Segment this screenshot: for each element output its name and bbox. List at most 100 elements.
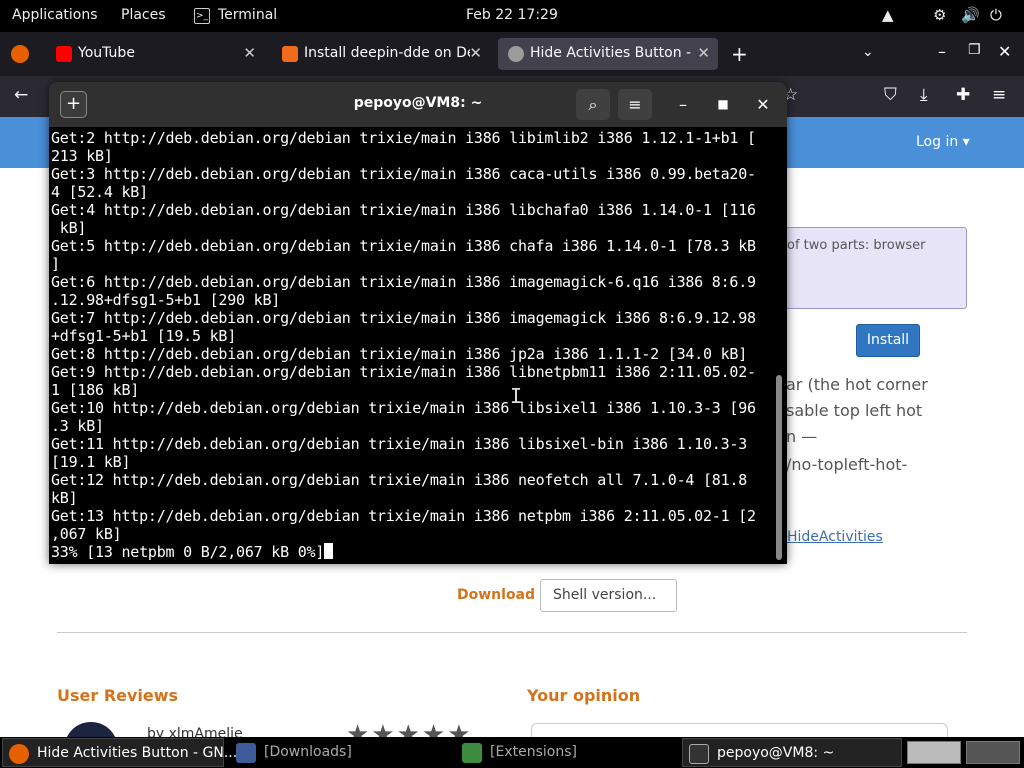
terminal-line: 213 kB] <box>51 147 113 165</box>
places-menu[interactable]: Places <box>121 7 166 23</box>
terminal-line: Get:9 http://deb.debian.org/debian trixi… <box>51 363 756 381</box>
terminal-line: 4 [52.4 kB] <box>51 183 148 201</box>
pocket-icon[interactable]: ⛉ <box>884 85 897 105</box>
terminal-scrollbar[interactable] <box>776 375 782 560</box>
user-reviews-heading: User Reviews <box>57 686 179 705</box>
taskbar-label: [Extensions] <box>490 744 577 760</box>
power-icon[interactable]: ⏻ <box>990 6 1002 24</box>
terminal-line: Get:6 http://deb.debian.org/debian trixi… <box>51 273 756 291</box>
top-bar: Applications Places >_ Terminal Feb 22 1… <box>0 0 1024 32</box>
tab-hide-activities[interactable]: Hide Activities Button - G ✕ <box>498 38 718 70</box>
terminal-header-bar[interactable]: + pepoyo@VM8: ~ ⌕ ≡ – ■ ✕ <box>49 82 787 127</box>
taskbar-item-downloads[interactable]: [Downloads] <box>230 738 452 767</box>
extensions-icon <box>462 743 482 763</box>
terminal-line: .12.98+dfsg1-5+b1 [290 kB] <box>51 291 281 309</box>
hamburger-menu-icon[interactable]: ≡ <box>618 89 652 120</box>
extension-icon <box>508 46 524 62</box>
minimize-icon[interactable]: – <box>938 42 946 61</box>
terminal-line: Get:11 http://deb.debian.org/debian trix… <box>51 435 748 453</box>
tab-youtube[interactable]: YouTube ✕ <box>46 38 264 70</box>
taskbar-label: [Downloads] <box>264 744 352 760</box>
terminal-app-icon: >_ <box>194 8 210 24</box>
terminal-line: Get:4 http://deb.debian.org/debian trixi… <box>51 201 756 219</box>
back-icon[interactable]: ← <box>14 85 28 105</box>
terminal-line: Get:12 http://deb.debian.org/debian trix… <box>51 471 748 489</box>
tab-label: Hide Activities Button - G <box>530 45 692 61</box>
avatar <box>64 722 118 737</box>
terminal-line: Get:5 http://deb.debian.org/debian trixi… <box>51 237 756 255</box>
terminal-cursor <box>324 543 334 559</box>
extensions-icon[interactable]: ✚ <box>956 85 970 105</box>
progress-line: 33% [13 netpbm 0 B/2,067 kB 0%] <box>51 543 775 561</box>
firefox-icon <box>9 744 29 764</box>
taskbar-item-terminal[interactable]: pepoyo@VM8: ~ <box>682 738 902 767</box>
terminal-line: kB] <box>51 489 78 507</box>
volume-icon[interactable]: 🔊 <box>961 6 980 24</box>
description-line: n — <box>786 427 818 446</box>
close-window-icon[interactable]: ✕ <box>998 42 1011 61</box>
youtube-icon <box>56 46 72 62</box>
notice-text: of two parts: browser <box>787 238 926 253</box>
terminal-output[interactable]: Get:2 http://deb.debian.org/debian trixi… <box>51 129 775 564</box>
maximize-icon[interactable]: ■ <box>706 89 740 120</box>
notice-box: of two parts: browser <box>770 227 967 309</box>
opinion-textbox[interactable] <box>531 723 948 737</box>
taskbar-item-extensions[interactable]: [Extensions] <box>456 738 678 767</box>
description-line: sable top left hot <box>786 401 923 420</box>
description-line: /no-topleft-hot- <box>786 455 908 474</box>
terminal-line: Get:3 http://deb.debian.org/debian trixi… <box>51 165 756 183</box>
workspace-2[interactable] <box>966 741 1020 764</box>
taskbar: Hide Activities Button - GN... [Download… <box>0 737 1024 768</box>
terminal-line: Get:7 http://deb.debian.org/debian trixi… <box>51 309 756 327</box>
terminal-line: kB] <box>51 219 87 237</box>
terminal-line: Get:2 http://deb.debian.org/debian trixi… <box>51 129 756 147</box>
close-icon[interactable]: ✕ <box>469 44 482 62</box>
description-line: ar (the hot corner <box>786 375 928 394</box>
terminal-window[interactable]: + pepoyo@VM8: ~ ⌕ ≡ – ■ ✕ Get:2 http://d… <box>49 82 787 564</box>
terminal-line: Get:13 http://deb.debian.org/debian trix… <box>51 507 756 525</box>
your-opinion-heading: Your opinion <box>527 686 641 705</box>
extension-link[interactable]: HideActivities <box>787 529 883 545</box>
divider <box>57 632 967 633</box>
restore-icon[interactable]: ❐ <box>968 42 981 58</box>
login-link[interactable]: Log in ▾ <box>916 134 970 150</box>
workspace-1[interactable] <box>907 741 961 764</box>
new-tab-button[interactable]: + <box>731 42 748 66</box>
downloads-icon[interactable]: ⤓ <box>920 85 928 105</box>
review-author[interactable]: by xlmAmelie <box>147 726 243 737</box>
shell-version-select[interactable]: Shell version... <box>540 579 677 612</box>
terminal-line: Get:8 http://deb.debian.org/debian trixi… <box>51 345 748 363</box>
terminal-line: +dfsg1-5+b1 [19.5 kB] <box>51 327 237 345</box>
taskbar-label: Hide Activities Button - GN... <box>37 745 238 761</box>
text-cursor-icon: I <box>510 384 523 408</box>
progress-text: 33% [13 netpbm 0 B/2,067 kB 0%] <box>51 543 325 561</box>
download-label: Download <box>457 587 536 603</box>
terminal-lines: Get:2 http://deb.debian.org/debian trixi… <box>51 129 775 543</box>
files-icon <box>236 743 256 763</box>
tab-install-deepin[interactable]: Install deepin-dde on Deb ✕ <box>272 38 490 70</box>
ask-icon <box>282 46 298 62</box>
notification-icon[interactable]: ▲ <box>882 6 894 24</box>
terminal-app-menu[interactable]: Terminal <box>218 7 277 23</box>
rating-stars: ★★★★★ <box>346 720 473 737</box>
close-icon[interactable]: ✕ <box>746 89 780 120</box>
tab-label: Install deepin-dde on Deb <box>304 45 470 61</box>
taskbar-item-firefox[interactable]: Hide Activities Button - GN... <box>2 738 237 767</box>
terminal-line: [19.1 kB] <box>51 453 131 471</box>
minimize-icon[interactable]: – <box>666 89 700 120</box>
terminal-line: 1 [186 kB] <box>51 381 140 399</box>
taskbar-label: pepoyo@VM8: ~ <box>717 745 835 761</box>
install-button[interactable]: Install <box>856 324 920 357</box>
firefox-icon[interactable] <box>11 45 29 63</box>
network-icon[interactable]: ⚙ <box>933 6 946 24</box>
applications-menu[interactable]: Applications <box>12 7 98 23</box>
browser-tab-bar: YouTube ✕ Install deepin-dde on Deb ✕ Hi… <box>0 32 1024 76</box>
clock[interactable]: Feb 22 17:29 <box>466 7 558 23</box>
menu-icon[interactable]: ≡ <box>992 85 1006 105</box>
list-tabs-icon[interactable]: ⌄ <box>862 44 874 60</box>
close-icon[interactable]: ✕ <box>243 44 256 62</box>
close-icon[interactable]: ✕ <box>697 44 710 62</box>
search-icon[interactable]: ⌕ <box>576 89 610 120</box>
terminal-icon <box>689 744 709 764</box>
terminal-line: .3 kB] <box>51 417 104 435</box>
